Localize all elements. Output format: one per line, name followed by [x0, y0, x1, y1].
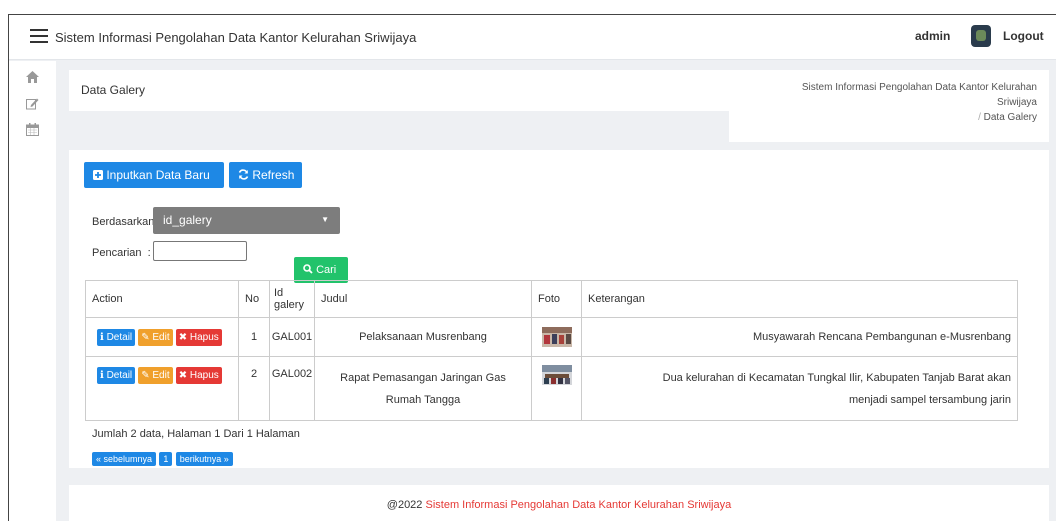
top-navbar: Sistem Informasi Pengolahan Data Kantor …	[9, 15, 1056, 60]
pagination: « sebelumnya 1 berikutnya »	[92, 451, 233, 466]
username[interactable]: admin	[915, 29, 950, 43]
table-row: ℹ Detail ✎ Edit ✖ Hapus 1 GAL001 Pelaksa…	[85, 317, 1018, 357]
footer-link[interactable]: Sistem Informasi Pengolahan Data Kantor …	[425, 499, 731, 511]
table-header-row: Action No Id galery Judul Foto Keteranga…	[85, 280, 1018, 318]
row-keterangan-line1: Dua kelurahan di Kecamatan Tungkal Ilir,…	[662, 371, 1011, 384]
col-action: Action	[85, 280, 239, 318]
app-title: Sistem Informasi Pengolahan Data Kantor …	[55, 30, 417, 45]
gallery-thumbnail[interactable]	[541, 365, 572, 385]
row-keterangan-line2: menjadi sampel tersambung jarin	[848, 393, 1011, 406]
prev-page-button[interactable]: « sebelumnya	[92, 452, 157, 466]
col-id: Id galery	[269, 280, 315, 318]
table-row: ℹ Detail ✎ Edit ✖ Hapus 2 GAL002 Rapat P…	[85, 356, 1018, 421]
search-icon	[303, 264, 316, 276]
refresh-icon	[238, 168, 252, 182]
home-icon[interactable]	[25, 71, 39, 85]
breadcrumb-current: Data Galery	[983, 112, 1037, 123]
page-title: Data Galery	[81, 83, 146, 97]
avatar[interactable]	[971, 25, 991, 47]
row-judul-line2: Rumah Tangga	[385, 393, 461, 406]
delete-button[interactable]: ✖ Hapus	[175, 328, 222, 346]
edit-button[interactable]: ✎ Edit	[138, 367, 173, 384]
gallery-panel: Inputkan Data Baru Refresh Berdasarkan: …	[69, 150, 1049, 468]
row-keterangan: Musyawarah Rencana Pembangunan e-Musrenb…	[581, 317, 1018, 357]
field-select-value: id_galery	[163, 213, 212, 227]
row-judul: Rapat Pemasangan Jaringan Gas Rumah Tang…	[314, 356, 532, 421]
row-foto	[531, 317, 582, 357]
row-id: GAL001	[269, 317, 315, 357]
row-actions: ℹ Detail ✎ Edit ✖ Hapus	[85, 356, 239, 421]
refresh-button[interactable]: Refresh	[229, 162, 302, 188]
breadcrumb-root-continued[interactable]: Sriwijaya	[729, 95, 1037, 110]
row-foto	[531, 356, 582, 421]
field-select[interactable]: id_galery ▼	[153, 207, 340, 234]
edit-button[interactable]: ✎ Edit	[138, 328, 173, 346]
detail-button[interactable]: ℹ Detail	[97, 328, 136, 346]
row-actions: ℹ Detail ✎ Edit ✖ Hapus	[85, 317, 239, 357]
pagination-summary: Jumlah 2 data, Halaman 1 Dari 1 Halaman	[92, 428, 300, 440]
calendar-icon[interactable]	[25, 123, 39, 137]
edit-icon[interactable]	[25, 97, 39, 111]
current-page-button[interactable]: 1	[159, 452, 173, 466]
hamburger-menu-icon[interactable]	[30, 29, 48, 43]
app-frame: Sistem Informasi Pengolahan Data Kantor …	[8, 14, 1056, 521]
delete-button[interactable]: ✖ Hapus	[175, 367, 222, 384]
col-foto: Foto	[531, 280, 582, 318]
detail-button[interactable]: ℹ Detail	[97, 367, 136, 384]
search-button-label: Cari	[316, 264, 337, 276]
breadcrumb-root[interactable]: Sistem Informasi Pengolahan Data Kantor …	[729, 80, 1037, 95]
berdasarkan-label: Berdasarkan:	[92, 216, 157, 228]
col-no: No	[238, 280, 270, 318]
refresh-label: Refresh	[252, 168, 295, 182]
breadcrumb: Sistem Informasi Pengolahan Data Kantor …	[729, 70, 1049, 142]
col-judul: Judul	[314, 280, 532, 318]
next-page-button[interactable]: berikutnya »	[175, 452, 233, 466]
footer: @2022 Sistem Informasi Pengolahan Data K…	[69, 485, 1049, 521]
caret-down-icon: ▼	[321, 215, 329, 224]
gallery-table: Action No Id galery Judul Foto Keteranga…	[85, 280, 1018, 421]
row-id: GAL002	[269, 356, 315, 421]
search-input[interactable]	[153, 241, 247, 261]
gallery-thumbnail[interactable]	[541, 327, 572, 347]
sidebar	[9, 61, 56, 521]
logout-link[interactable]: Logout	[1003, 29, 1044, 43]
row-no: 2	[238, 356, 270, 421]
plus-square-icon	[93, 168, 106, 182]
breadcrumb-separator: /	[978, 112, 981, 123]
add-data-button[interactable]: Inputkan Data Baru	[84, 162, 224, 188]
row-no: 1	[238, 317, 270, 357]
row-judul-line1: Rapat Pemasangan Jaringan Gas	[340, 371, 506, 384]
add-data-label: Inputkan Data Baru	[106, 168, 210, 182]
row-keterangan: Dua kelurahan di Kecamatan Tungkal Ilir,…	[581, 356, 1018, 421]
footer-copyright: @2022	[386, 499, 423, 511]
pencarian-label: Pencarian :	[92, 247, 151, 259]
col-keterangan: Keterangan	[581, 280, 1018, 318]
row-judul: Pelaksanaan Musrenbang	[314, 317, 532, 357]
